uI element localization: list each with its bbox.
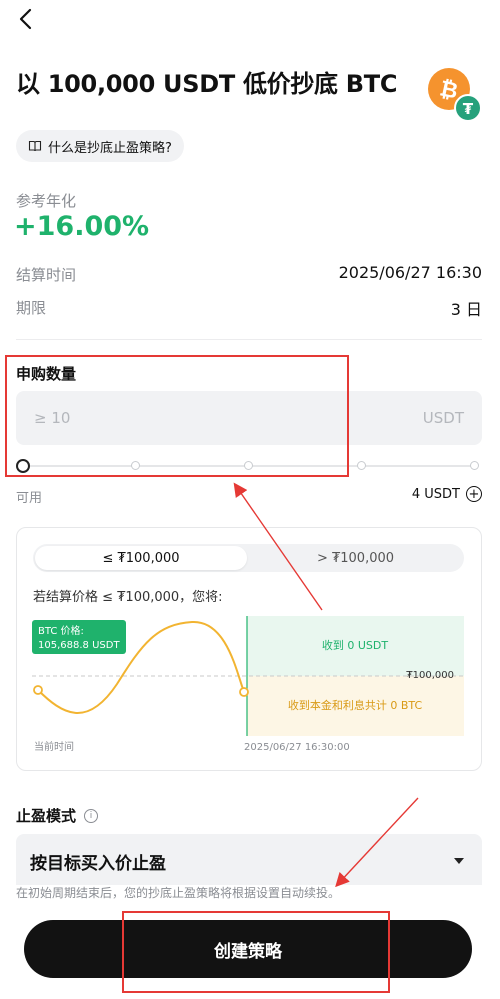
faq-label: 什么是抄底止盈策略? xyxy=(48,140,172,156)
slider-mark-100[interactable] xyxy=(470,461,479,470)
term-label: 期限 xyxy=(16,299,47,317)
now-time-label: 当前时间 xyxy=(34,740,74,753)
take-profit-label: 止盈模式 xyxy=(16,807,77,825)
tab-above-strike[interactable]: > ₮100,000 xyxy=(249,546,462,570)
info-icon[interactable]: i xyxy=(84,808,99,823)
strategy-faq-chip[interactable]: 什么是抄底止盈策略? xyxy=(16,130,184,162)
term-value: 3 日 xyxy=(450,300,482,319)
add-funds-icon[interactable]: + xyxy=(466,486,482,502)
divider xyxy=(16,339,482,340)
caret-down-icon xyxy=(454,858,464,864)
scenario-chart: BTC 价格: 105,688.8 USDT 收到 0 USDT ₮100,00… xyxy=(32,616,464,753)
auto-renew-note: 在初始周期结束后，您的抄底止盈策略将根据设置自动续投。 xyxy=(16,885,486,901)
lower-zone-label: 收到本金和利息共计 0 BTC xyxy=(288,698,423,712)
book-icon xyxy=(28,140,42,152)
usdt-icon: ₮ xyxy=(454,94,482,122)
settlement-label: 结算时间 xyxy=(16,266,77,284)
settle-time-label: 2025/06/27 16:30:00 xyxy=(244,742,350,753)
btc-price-label: BTC 价格: xyxy=(38,624,84,637)
coin-pair-icon: ₿ ₮ xyxy=(428,68,484,124)
available-balance: 4 USDT + xyxy=(412,486,482,502)
amount-unit: USDT xyxy=(422,409,464,427)
strike-label: ₮100,000 xyxy=(406,670,454,681)
scenario-description: 若结算价格 ≤ ₮100,000，您将: xyxy=(33,590,223,605)
back-icon[interactable] xyxy=(12,4,42,34)
take-profit-label-row: 止盈模式 i xyxy=(16,805,99,826)
available-value: 4 USDT xyxy=(411,486,460,502)
settlement-value: 2025/06/27 16:30 xyxy=(338,263,482,282)
annotation-box-cta xyxy=(122,911,390,993)
end-point xyxy=(239,687,249,697)
annotation-box-subscribe xyxy=(5,355,349,477)
tab-below-strike[interactable]: ≤ ₮100,000 xyxy=(35,546,247,570)
page-title: 以 100,000 USDT 低价抄底 BTC xyxy=(16,70,398,98)
upper-zone-label: 收到 0 USDT xyxy=(322,638,388,652)
btc-price-value: 105,688.8 USDT xyxy=(38,640,120,651)
take-profit-selected: 按目标买入价止盈 xyxy=(30,853,166,874)
apr-value: +16.00% xyxy=(14,211,150,242)
take-profit-select[interactable]: 按目标买入价止盈 xyxy=(16,834,482,888)
available-label: 可用 xyxy=(16,491,43,506)
svg-text:₮: ₮ xyxy=(463,100,474,118)
slider-mark-75[interactable] xyxy=(357,461,366,470)
apr-label: 参考年化 xyxy=(16,192,77,210)
start-point xyxy=(33,685,43,695)
